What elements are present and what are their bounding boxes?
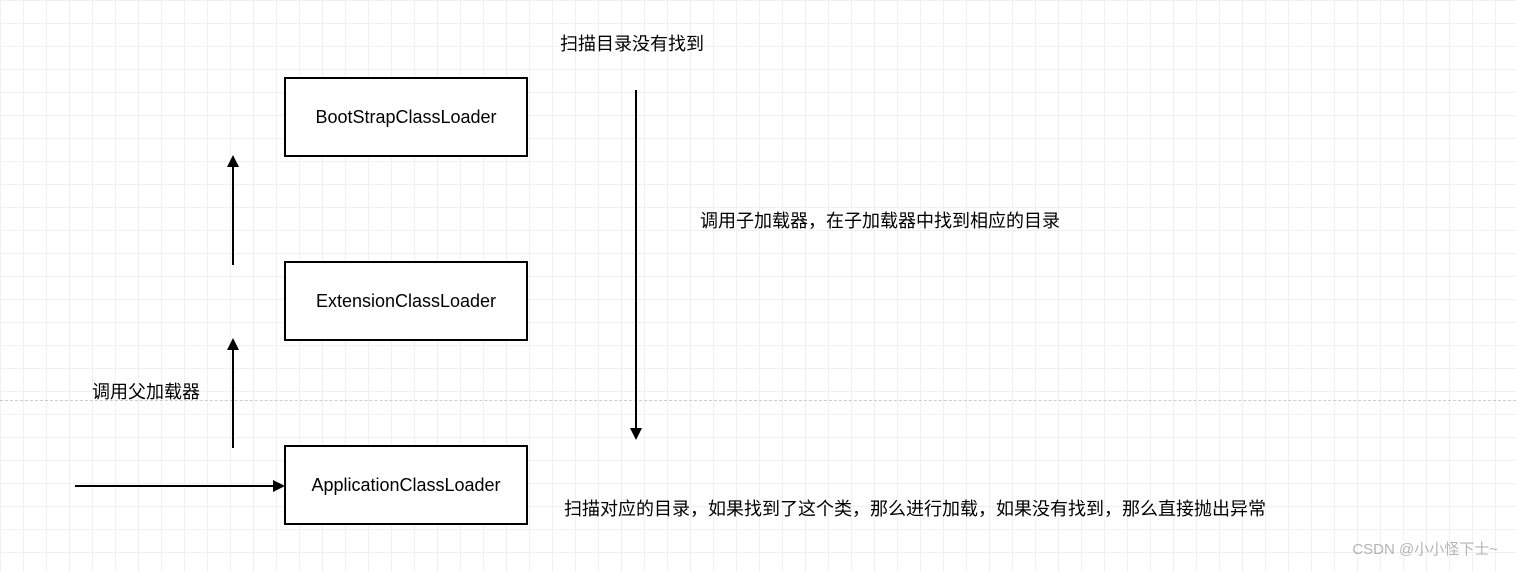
label-call-child: 调用子加载器，在子加载器中找到相应的目录 [700, 207, 1060, 233]
label-scan-result: 扫描对应的目录，如果找到了这个类，那么进行加载，如果没有找到，那么直接抛出异常 [564, 495, 1266, 521]
arrow-app-to-ext [225, 338, 245, 448]
box-extension: ExtensionClassLoader [284, 261, 528, 341]
box-bootstrap: BootStrapClassLoader [284, 77, 528, 157]
box-extension-label: ExtensionClassLoader [316, 291, 496, 312]
box-application: ApplicationClassLoader [284, 445, 528, 525]
label-call-parent: 调用父加载器 [92, 378, 200, 404]
arrow-down-right [628, 90, 648, 440]
label-scan-not-found: 扫描目录没有找到 [560, 30, 704, 56]
box-application-label: ApplicationClassLoader [311, 475, 500, 496]
arrow-into-application [75, 482, 285, 502]
watermark: CSDN @小小怪下士~ [1352, 538, 1498, 559]
arrow-ext-to-boot [225, 155, 245, 265]
box-bootstrap-label: BootStrapClassLoader [315, 107, 496, 128]
